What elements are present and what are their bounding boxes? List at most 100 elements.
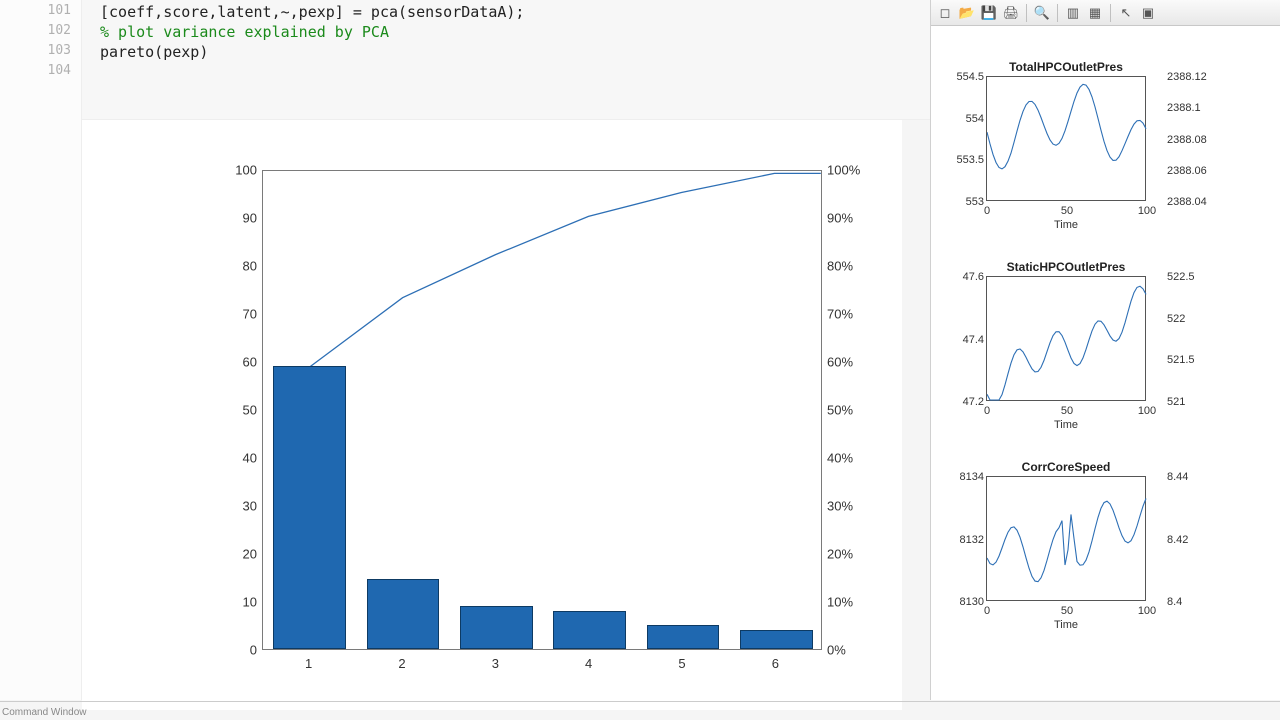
code-line[interactable]: pareto(pexp) [100, 42, 912, 62]
mini-xlabel: Time [987, 219, 1145, 231]
figure-docked-panel: ◻ 📂 💾 🖨 🔍 ▥ ▦ ↖ ▣ TotalHPCOutletPres 5535… [930, 0, 1280, 700]
y-axis-tick-right: 10% [827, 595, 882, 610]
mini-plot-axes[interactable]: 553553.5554554.52388.042388.062388.08238… [986, 76, 1146, 201]
mini-y2-tick: 2388.04 [1167, 196, 1207, 208]
y-axis-tick-right: 40% [827, 451, 882, 466]
mini-y2-tick: 8.4 [1167, 596, 1182, 608]
toolbar-separator [1026, 4, 1027, 22]
mini-x-tick: 100 [1132, 205, 1162, 217]
line-number: 104 [0, 61, 81, 81]
y-axis-tick-left: 40 [182, 451, 257, 466]
mini-y2-tick: 522.5 [1167, 271, 1195, 283]
y-axis-tick-right: 80% [827, 259, 882, 274]
pareto-bar [647, 625, 720, 649]
y-axis-tick-left: 20 [182, 547, 257, 562]
x-axis-tick: 5 [667, 656, 697, 671]
y-axis-tick-left: 80 [182, 259, 257, 274]
mini-xlabel: Time [987, 619, 1145, 631]
line-number: 101 [0, 1, 81, 21]
y-axis-tick-left: 0 [182, 643, 257, 658]
code-editor[interactable]: [coeff,score,latent,~,pexp] = pca(sensor… [82, 0, 930, 120]
mini-chart-title: StaticHPCOutletPres [986, 260, 1146, 274]
line-number: 102 [0, 21, 81, 41]
mini-chart-title: TotalHPCOutletPres [986, 60, 1146, 74]
line-number-gutter: 101 102 103 104 [0, 0, 82, 700]
y-axis-tick-left: 100 [182, 163, 257, 178]
toolbar-separator [1110, 4, 1111, 22]
y-axis-tick-right: 50% [827, 403, 882, 418]
pareto-bar [740, 630, 813, 649]
mini-x-tick: 50 [1052, 405, 1082, 417]
pareto-bar [273, 366, 346, 649]
y-axis-tick-left: 30 [182, 499, 257, 514]
mini-y-tick: 554 [939, 113, 984, 125]
x-axis-tick: 6 [760, 656, 790, 671]
mini-y-tick: 47.6 [939, 271, 984, 283]
mini-x-tick: 0 [972, 605, 1002, 617]
mini-y2-tick: 521 [1167, 396, 1185, 408]
line-number: 103 [0, 41, 81, 61]
mini-x-tick: 100 [1132, 405, 1162, 417]
mini-x-tick: 0 [972, 205, 1002, 217]
open-icon[interactable]: 📂 [957, 3, 977, 23]
mini-y2-tick: 522 [1167, 313, 1185, 325]
y-axis-tick-left: 60 [182, 355, 257, 370]
x-axis-tick: 3 [480, 656, 510, 671]
y-axis-tick-right: 20% [827, 547, 882, 562]
x-axis-tick: 2 [387, 656, 417, 671]
sensor-mini-chart[interactable]: StaticHPCOutletPres 47.247.447.6521521.55… [986, 260, 1146, 401]
y-axis-tick-right: 60% [827, 355, 882, 370]
mini-y-tick: 553.5 [939, 154, 984, 166]
data-cursor-icon[interactable]: ▥ [1063, 3, 1083, 23]
figure-toolbar: ◻ 📂 💾 🖨 🔍 ▥ ▦ ↖ ▣ [931, 0, 1280, 26]
save-icon[interactable]: 💾 [979, 3, 999, 23]
y-axis-tick-right: 70% [827, 307, 882, 322]
new-figure-icon[interactable]: ◻ [935, 3, 955, 23]
command-window-label: Command Window [2, 707, 86, 718]
sensor-mini-chart[interactable]: CorrCoreSpeed 8130813281348.48.428.440501… [986, 460, 1146, 601]
y-axis-tick-left: 50 [182, 403, 257, 418]
zoom-icon[interactable]: 🔍 [1032, 3, 1052, 23]
mini-x-tick: 100 [1132, 605, 1162, 617]
mini-x-tick: 50 [1052, 205, 1082, 217]
mini-plot-axes[interactable]: 47.247.447.6521521.5522522.5050100Time [986, 276, 1146, 401]
mini-y-tick: 8132 [939, 534, 984, 546]
mini-y-tick: 47.4 [939, 334, 984, 346]
plot-axes[interactable] [262, 170, 822, 650]
linked-plot-icon[interactable]: ▦ [1085, 3, 1105, 23]
y-axis-tick-left: 90 [182, 211, 257, 226]
mini-x-tick: 0 [972, 405, 1002, 417]
y-axis-tick-right: 0% [827, 643, 882, 658]
mini-y-tick: 8134 [939, 471, 984, 483]
mini-y2-tick: 2388.08 [1167, 134, 1207, 146]
mini-plot-axes[interactable]: 8130813281348.48.428.44050100Time [986, 476, 1146, 601]
y-axis-tick-left: 70 [182, 307, 257, 322]
mini-y-tick: 554.5 [939, 71, 984, 83]
y-axis-tick-right: 90% [827, 211, 882, 226]
pareto-bar [460, 606, 533, 649]
figure-output-area: 0102030405060708090100 123456 0%10%20%30… [82, 120, 902, 710]
y-axis-tick-right: 100% [827, 163, 882, 178]
code-line-comment[interactable]: % plot variance explained by PCA [100, 22, 912, 42]
pointer-icon[interactable]: ↖ [1116, 3, 1136, 23]
pareto-chart[interactable]: 0102030405060708090100 123456 0%10%20%30… [182, 160, 902, 690]
figure-props-icon[interactable]: ▣ [1138, 3, 1158, 23]
x-axis-tick: 4 [574, 656, 604, 671]
pareto-bar [367, 579, 440, 649]
pareto-bar [553, 611, 626, 649]
sensor-mini-chart[interactable]: TotalHPCOutletPres 553553.5554554.52388.0… [986, 60, 1146, 201]
print-icon[interactable]: 🖨 [1001, 3, 1021, 23]
mini-y2-tick: 2388.12 [1167, 71, 1207, 83]
mini-y2-tick: 8.42 [1167, 534, 1188, 546]
y-axis-tick-right: 30% [827, 499, 882, 514]
code-line[interactable]: [coeff,score,latent,~,pexp] = pca(sensor… [100, 2, 912, 22]
y-axis-tick-left: 10 [182, 595, 257, 610]
mini-chart-title: CorrCoreSpeed [986, 460, 1146, 474]
mini-y2-tick: 2388.06 [1167, 165, 1207, 177]
divider [0, 701, 1280, 702]
mini-xlabel: Time [987, 419, 1145, 431]
toolbar-separator [1057, 4, 1058, 22]
mini-y2-tick: 2388.1 [1167, 102, 1201, 114]
mini-x-tick: 50 [1052, 605, 1082, 617]
mini-y2-tick: 521.5 [1167, 354, 1195, 366]
